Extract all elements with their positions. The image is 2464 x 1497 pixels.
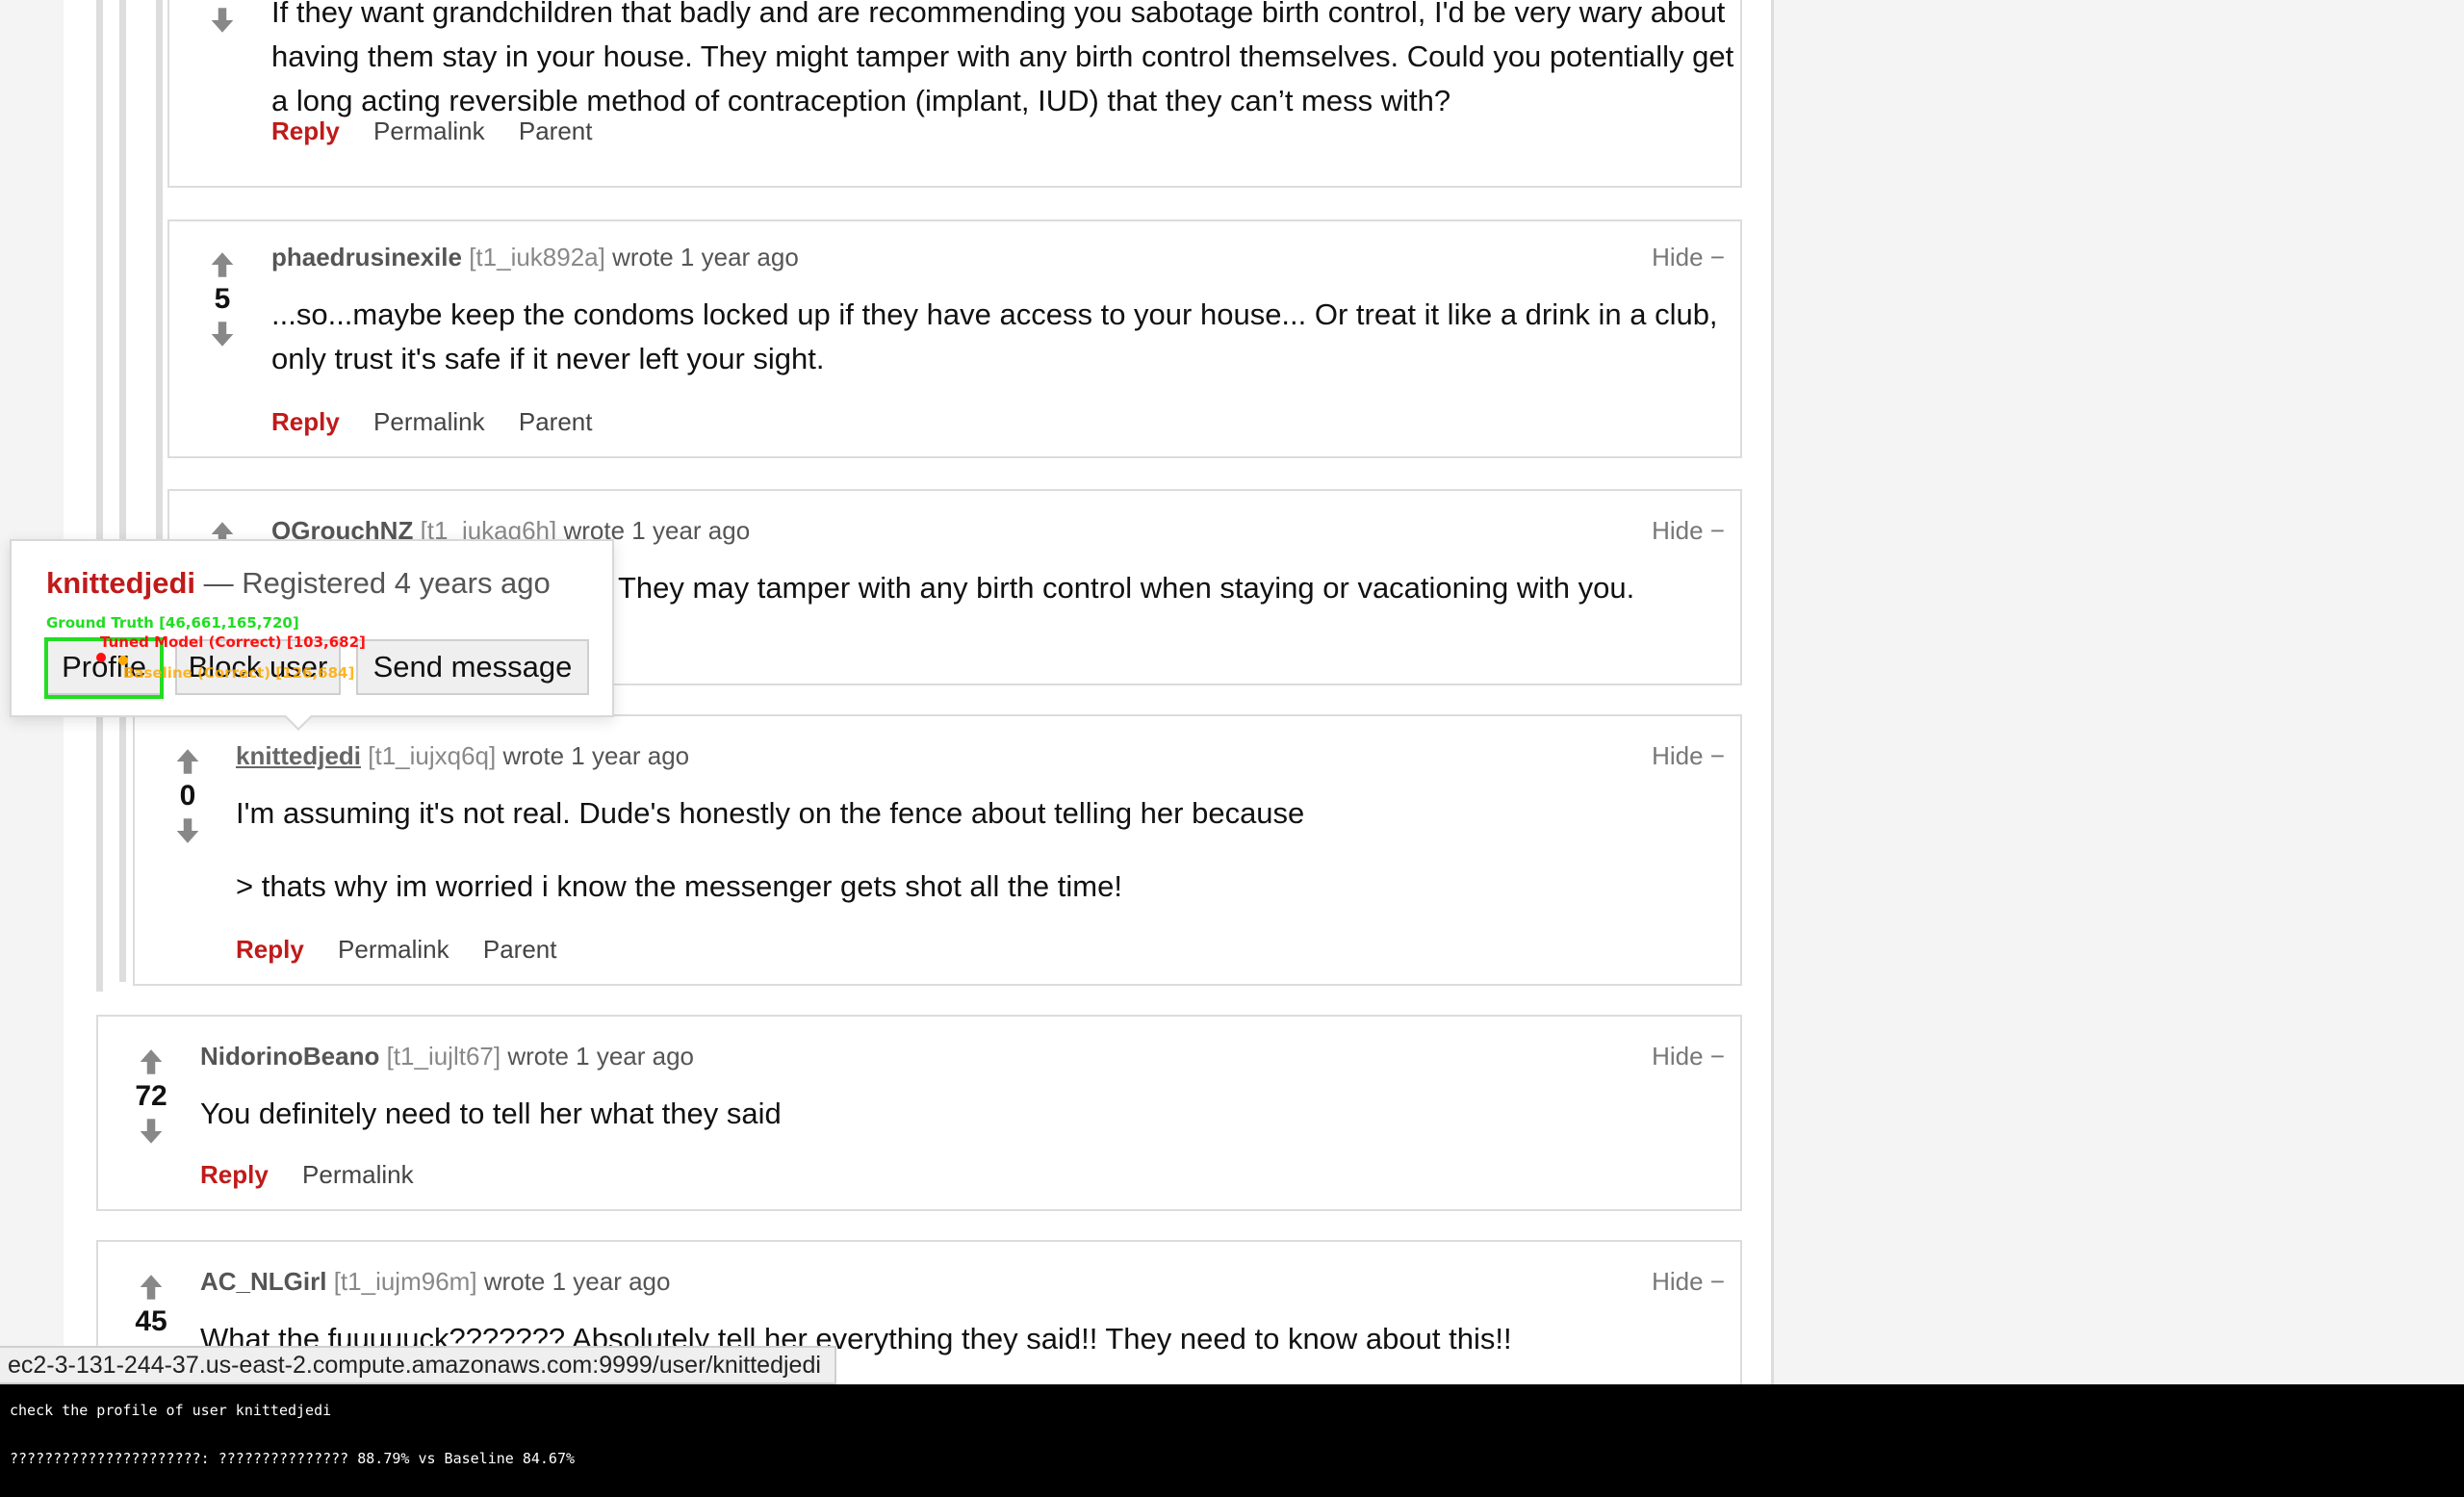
comment: 0 knittedjedi [t1_iujxq6q] wrote 1 year … [133,714,1742,986]
comment-id: [t1_iujm96m] [333,1267,477,1296]
comment-body: They may tamper with any birth control w… [618,566,1725,610]
vote-controls: 45 [129,1271,173,1340]
parent-link[interactable]: Parent [519,407,593,436]
upvote-icon[interactable] [206,248,239,281]
reply-link[interactable]: Reply [236,935,304,964]
comment-text-line: having them stay in your house. They mig… [271,39,1734,73]
comment-id: [t1_iujxq6q] [368,741,497,770]
eval-result: ??????????????????????: ??????????????? … [10,1450,575,1467]
vote-score: 5 [214,283,231,315]
thread-rail [119,0,126,982]
comment: 5 phaedrusinexile [t1_iuk892a] wrote 1 y… [167,219,1742,458]
browser-viewport: If they want grandchildren that badly an… [0,0,2464,1384]
vote-score: 45 [135,1305,167,1337]
comment-actions: Reply Permalink Parent [271,115,619,147]
wrote-label: wrote [483,1267,546,1296]
tuned-model-label: Tuned Model (Correct) [103,682] [100,633,366,651]
tuned-model-point [96,653,106,662]
comment-text-line: ...so...maybe keep the condoms locked up… [271,297,1718,331]
popup-caret-fill [285,714,312,728]
comment-actions: Reply Permalink Parent [271,405,619,438]
reply-link[interactable]: Reply [271,407,340,436]
comment-body: I'm assuming it's not real. Dude's hones… [236,791,1728,909]
comment-meta: NidorinoBeano [t1_iujlt67] wrote 1 year … [200,1040,694,1072]
hide-toggle[interactable]: Hide − [1652,241,1725,273]
hide-toggle[interactable]: Hide − [1652,1040,1725,1072]
permalink-link[interactable]: Permalink [302,1160,414,1189]
ground-truth-label: Ground Truth [46,661,165,720] [46,614,299,632]
downvote-icon[interactable] [206,4,239,37]
upvote-icon[interactable] [135,1045,167,1078]
reply-link[interactable]: Reply [200,1160,269,1189]
comment-body: ...so...maybe keep the condoms locked up… [271,293,1734,381]
app-root: If they want grandchildren that badly an… [0,0,2464,1497]
wrote-label: wrote [612,243,674,271]
permalink-link[interactable]: Permalink [338,935,449,964]
comment-time[interactable]: 1 year ago [576,1042,694,1071]
hide-toggle[interactable]: Hide − [1652,514,1725,547]
comment-actions: Reply Permalink Parent [236,933,583,966]
vote-score: 0 [179,780,196,812]
upvote-icon[interactable] [171,745,204,778]
comment-author[interactable]: phaedrusinexile [271,243,462,271]
baseline-point [118,656,128,665]
comment-author[interactable]: AC_NLGirl [200,1267,326,1296]
wrote-label: wrote [502,741,565,770]
comment-text-line: They may tamper with any birth control w… [618,571,1635,605]
comment-text-line: If they want grandchildren that badly an… [271,0,1726,29]
comment-time[interactable]: 1 year ago [680,243,799,271]
comment: If they want grandchildren that badly an… [167,0,1742,188]
vote-score: 72 [135,1080,167,1112]
comment-body: If they want grandchildren that badly an… [271,0,1734,123]
baseline-label: Baseline (Correct) [126,684] [123,664,355,682]
comment-author[interactable]: knittedjedi [236,741,361,770]
parent-link[interactable]: Parent [519,116,593,145]
comment-meta: AC_NLGirl [t1_iujm96m] wrote 1 year ago [200,1265,670,1298]
comment-time[interactable]: 1 year ago [571,741,689,770]
thread-rail [96,0,103,992]
terminal-panel: check the profile of user knittedjedi ??… [0,1384,2464,1497]
task-instruction: check the profile of user knittedjedi [10,1402,332,1419]
status-bar-url: ec2-3-131-244-37.us-east-2.compute.amazo… [0,1346,836,1384]
popup-registered: — Registered 4 years ago [203,566,551,600]
upvote-icon[interactable] [135,1271,167,1303]
send-message-button[interactable]: Send message [356,639,589,695]
reply-link[interactable]: Reply [271,116,340,145]
comment-meta: knittedjedi [t1_iujxq6q] wrote 1 year ag… [236,739,689,772]
downvote-icon[interactable] [171,814,204,847]
comment: 72 NidorinoBeano [t1_iujlt67] wrote 1 ye… [96,1015,1742,1211]
comment-id: [t1_iuk892a] [469,243,605,271]
user-popup: knittedjedi — Registered 4 years ago Pro… [10,539,614,731]
vote-controls: 5 [200,248,244,350]
downvote-icon[interactable] [135,1115,167,1148]
comment-text-line: only trust it's safe if it never left yo… [271,342,825,375]
hide-toggle[interactable]: Hide − [1652,739,1725,772]
comment-meta: phaedrusinexile [t1_iuk892a] wrote 1 yea… [271,241,799,273]
comment-text-line: I'm assuming it's not real. Dude's hones… [236,796,1305,830]
hide-toggle[interactable]: Hide − [1652,1265,1725,1298]
comment-time[interactable]: 1 year ago [552,1267,671,1296]
comment-text-line: You definitely need to tell her what the… [200,1097,782,1130]
vote-controls [200,4,244,37]
popup-header: knittedjedi — Registered 4 years ago [46,566,551,601]
permalink-link[interactable]: Permalink [373,407,485,436]
comment-author[interactable]: NidorinoBeano [200,1042,379,1071]
comment-time[interactable]: 1 year ago [631,516,750,545]
comment-body: You definitely need to tell her what the… [200,1092,1721,1136]
comment-id: [t1_iujlt67] [386,1042,501,1071]
popup-username[interactable]: knittedjedi [46,566,195,600]
permalink-link[interactable]: Permalink [373,116,485,145]
comment-text-line: > thats why im worried i know the messen… [236,869,1122,903]
comment-actions: Reply Permalink [200,1158,441,1191]
wrote-label: wrote [507,1042,569,1071]
downvote-icon[interactable] [206,318,239,350]
vote-controls: 0 [166,745,210,847]
vote-controls: 72 [129,1045,173,1148]
parent-link[interactable]: Parent [483,935,557,964]
